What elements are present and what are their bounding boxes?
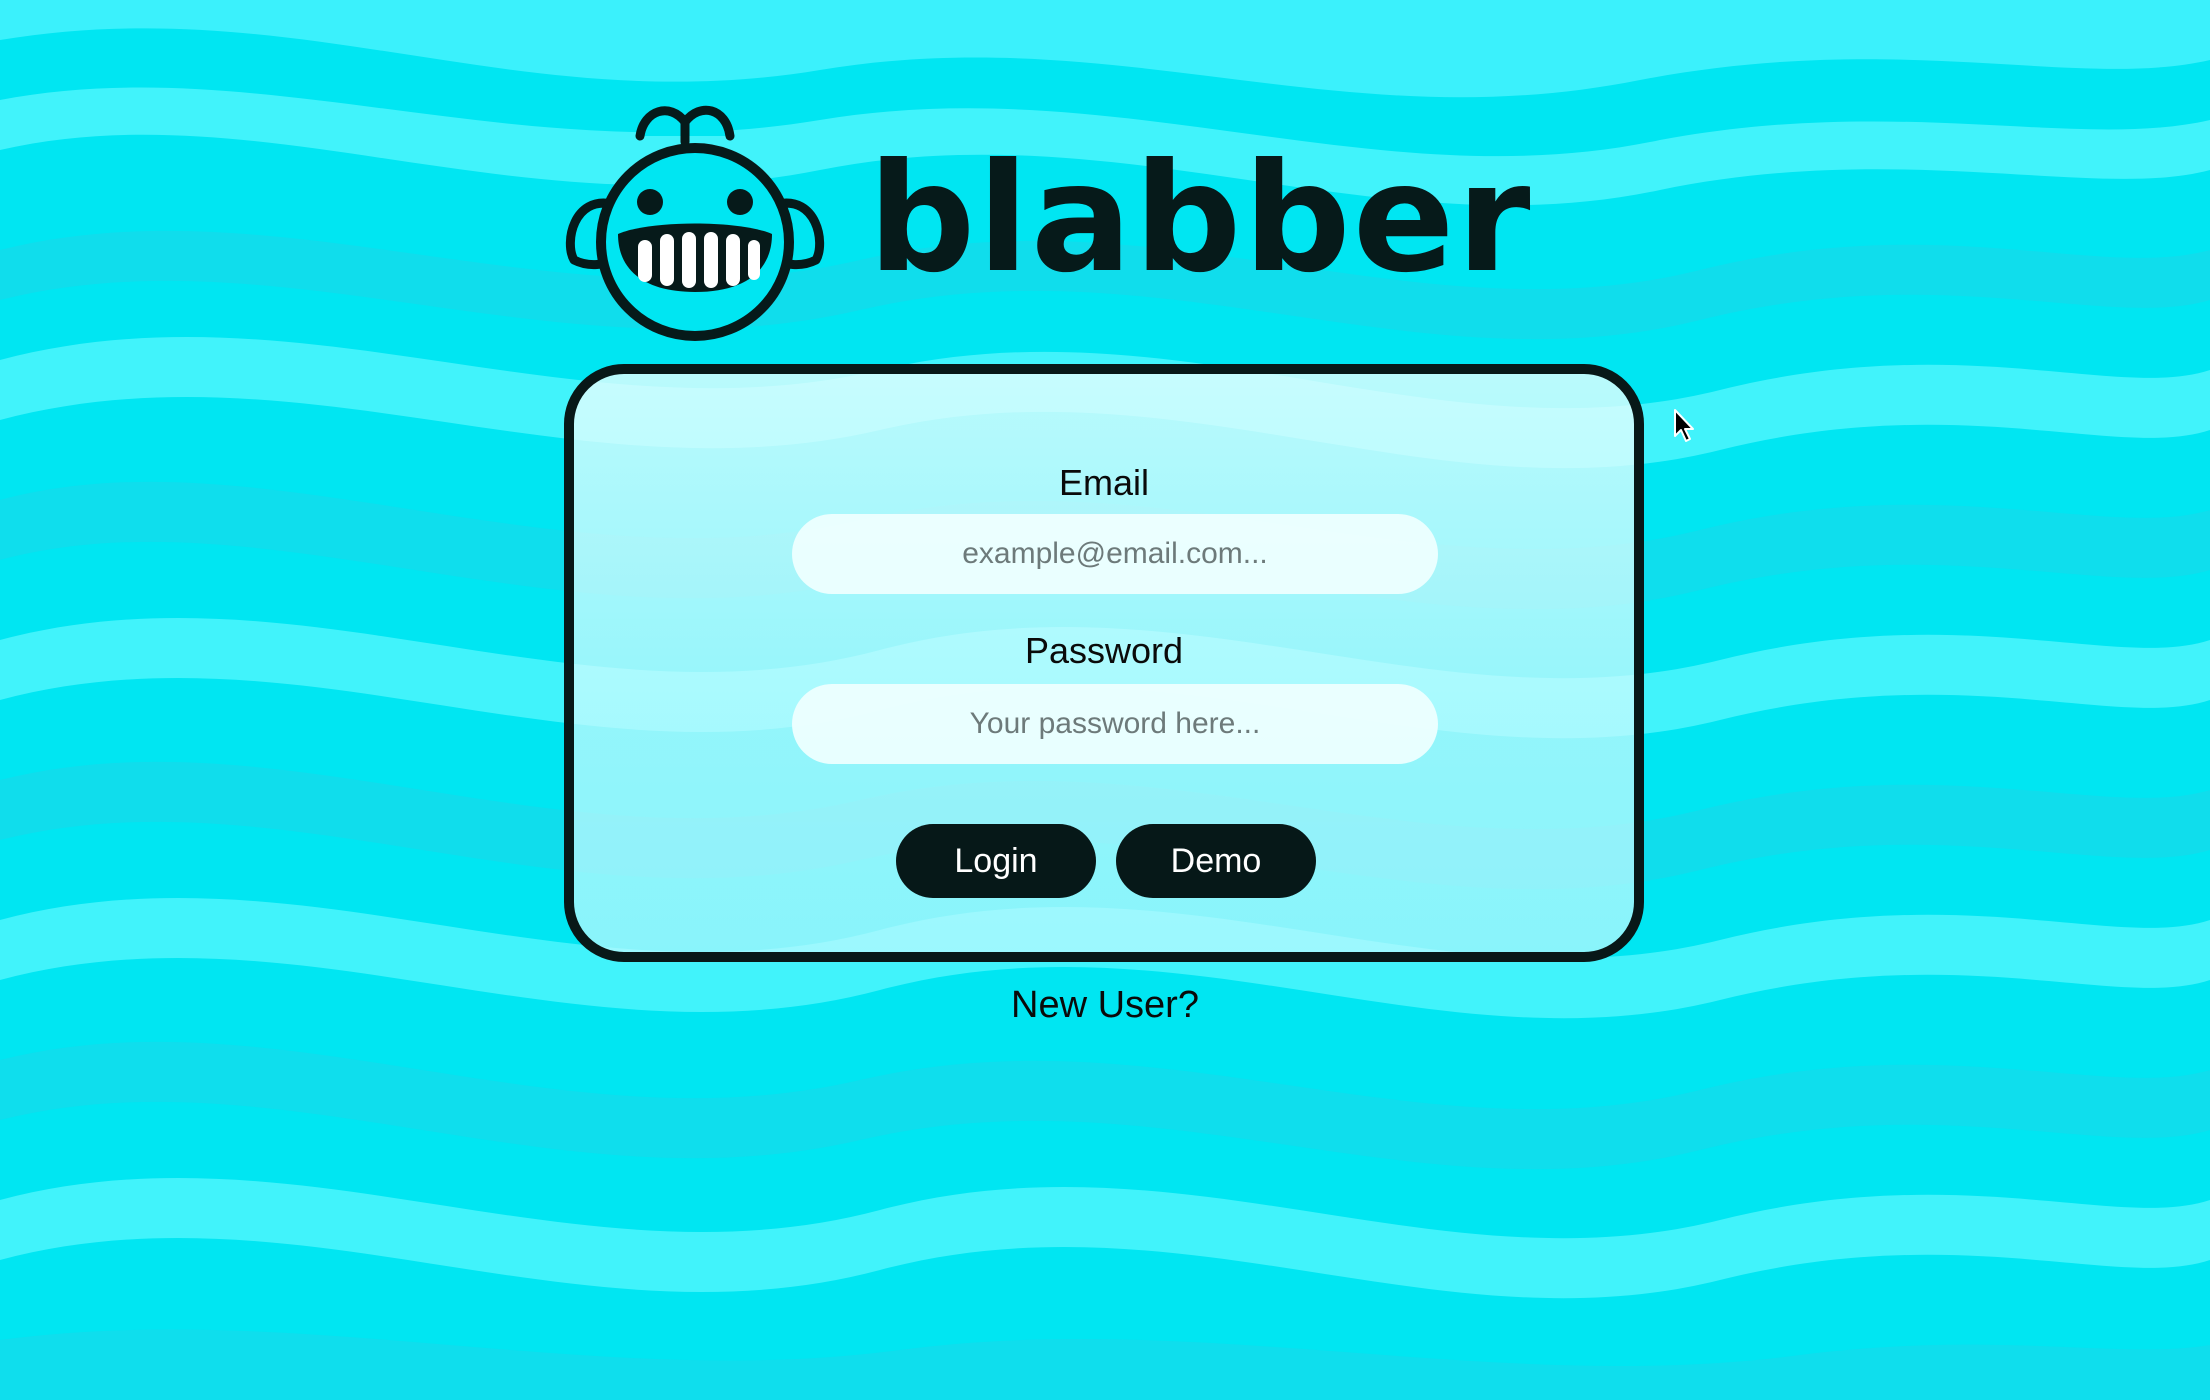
mouse-pointer-icon bbox=[1674, 409, 1694, 442]
login-card: Email Password Login Demo bbox=[564, 364, 1644, 962]
whale-face-icon bbox=[565, 105, 825, 341]
password-input[interactable] bbox=[792, 684, 1438, 764]
app-name: blabber bbox=[868, 132, 1533, 306]
new-user-link[interactable]: New User? bbox=[0, 984, 2210, 1027]
email-input[interactable] bbox=[792, 514, 1438, 594]
blabber-logo[interactable]: blabber bbox=[560, 92, 1530, 348]
password-label: Password bbox=[1024, 630, 1184, 671]
demo-button[interactable]: Demo bbox=[1116, 824, 1316, 898]
email-label: Email bbox=[1058, 462, 1150, 503]
login-button[interactable]: Login bbox=[896, 824, 1096, 898]
